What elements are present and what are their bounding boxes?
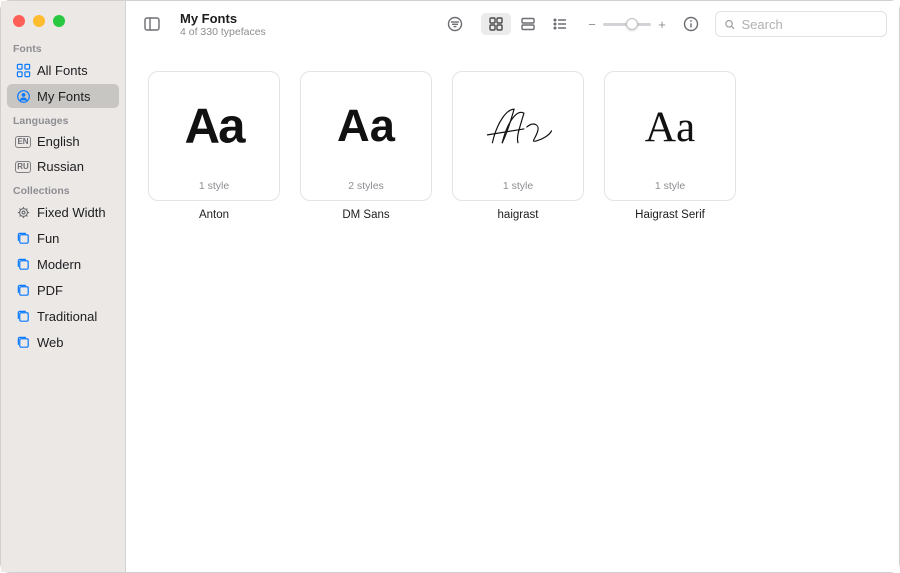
font-card[interactable]: 1 style haigrast — [452, 71, 584, 221]
toggle-sidebar-button[interactable] — [138, 12, 166, 36]
font-grid: Aa 1 style Anton Aa 2 styles — [126, 47, 899, 572]
close-button[interactable] — [13, 15, 25, 27]
sidebar-item-label: Modern — [37, 257, 81, 272]
font-style-count: 2 styles — [348, 180, 384, 200]
zoom-thumb[interactable] — [626, 18, 638, 30]
lang-badge-icon: EN — [15, 136, 31, 148]
filter-button[interactable] — [441, 12, 469, 36]
zoom-out-button[interactable]: − — [587, 17, 597, 32]
sidebar-item-fixed-width[interactable]: Fixed Width — [7, 200, 119, 224]
font-card[interactable]: Aa 2 styles DM Sans — [300, 71, 432, 221]
zoom-control: − + — [587, 17, 667, 32]
main-area: My Fonts 4 of 330 typefaces − — [126, 1, 899, 572]
sidebar-item-label: Fun — [37, 231, 59, 246]
toolbar: My Fonts 4 of 330 typefaces − — [126, 1, 899, 47]
window-controls — [1, 9, 125, 37]
svg-text:Aa: Aa — [645, 103, 696, 151]
font-card[interactable]: Aa 1 style Haigrast Serif — [604, 71, 736, 221]
section-header-languages: Languages — [1, 109, 125, 129]
sidebar-item-label: Fixed Width — [37, 205, 106, 220]
info-button[interactable] — [677, 12, 705, 36]
sidebar-item-pdf[interactable]: PDF — [7, 278, 119, 302]
collection-icon — [15, 334, 31, 350]
sidebar-item-fun[interactable]: Fun — [7, 226, 119, 250]
lang-badge-icon: RU — [15, 161, 31, 173]
view-mode-group — [479, 11, 577, 37]
search-icon — [724, 18, 736, 31]
font-preview[interactable]: Aa 1 style — [604, 71, 736, 201]
view-rows-button[interactable] — [513, 13, 543, 35]
sidebar-item-label: English — [37, 134, 80, 149]
user-icon — [15, 88, 31, 104]
svg-text:Aa: Aa — [185, 99, 247, 154]
collection-icon — [15, 282, 31, 298]
maximize-button[interactable] — [53, 15, 65, 27]
minimize-button[interactable] — [33, 15, 45, 27]
grid-icon — [15, 62, 31, 78]
font-sample-icon: Aa — [605, 72, 735, 180]
title-block: My Fonts 4 of 330 typefaces — [180, 11, 266, 38]
font-name-label: Haigrast Serif — [635, 209, 705, 221]
font-name-label: haigrast — [498, 209, 539, 221]
collection-icon — [15, 230, 31, 246]
font-sample-icon — [453, 72, 583, 180]
sidebar-item-english[interactable]: EN English — [7, 130, 119, 153]
font-style-count: 1 style — [503, 180, 533, 200]
font-card[interactable]: Aa 1 style Anton — [148, 71, 280, 221]
sidebar-item-web[interactable]: Web — [7, 330, 119, 354]
sidebar-item-label: My Fonts — [37, 89, 90, 104]
sidebar-item-russian[interactable]: RU Russian — [7, 155, 119, 178]
gear-icon — [15, 204, 31, 220]
view-list-button[interactable] — [545, 13, 575, 35]
font-style-count: 1 style — [655, 180, 685, 200]
view-grid-button[interactable] — [481, 13, 511, 35]
page-subtitle: 4 of 330 typefaces — [180, 26, 266, 38]
sidebar-item-all-fonts[interactable]: All Fonts — [7, 58, 119, 82]
font-preview[interactable]: Aa 2 styles — [300, 71, 432, 201]
font-name-label: DM Sans — [342, 209, 389, 221]
sidebar-item-my-fonts[interactable]: My Fonts — [7, 84, 119, 108]
font-preview[interactable]: Aa 1 style — [148, 71, 280, 201]
search-input[interactable] — [742, 17, 878, 32]
svg-text:Aa: Aa — [337, 100, 396, 151]
font-sample-icon: Aa — [301, 72, 431, 180]
font-name-label: Anton — [199, 209, 229, 221]
sidebar-item-label: Web — [37, 335, 64, 350]
collection-icon — [15, 308, 31, 324]
font-sample-icon: Aa — [149, 72, 279, 180]
sidebar: Fonts All Fonts My Fonts Languages EN En… — [1, 1, 126, 572]
page-title: My Fonts — [180, 11, 266, 26]
sidebar-item-label: Russian — [37, 159, 84, 174]
zoom-slider[interactable] — [603, 23, 651, 26]
section-header-fonts: Fonts — [1, 37, 125, 57]
section-header-collections: Collections — [1, 179, 125, 199]
collection-icon — [15, 256, 31, 272]
font-style-count: 1 style — [199, 180, 229, 200]
zoom-in-button[interactable]: + — [657, 17, 667, 32]
sidebar-item-label: PDF — [37, 283, 63, 298]
font-preview[interactable]: 1 style — [452, 71, 584, 201]
sidebar-item-label: Traditional — [37, 309, 97, 324]
search-field[interactable] — [715, 11, 887, 37]
sidebar-item-traditional[interactable]: Traditional — [7, 304, 119, 328]
sidebar-item-modern[interactable]: Modern — [7, 252, 119, 276]
sidebar-item-label: All Fonts — [37, 63, 88, 78]
